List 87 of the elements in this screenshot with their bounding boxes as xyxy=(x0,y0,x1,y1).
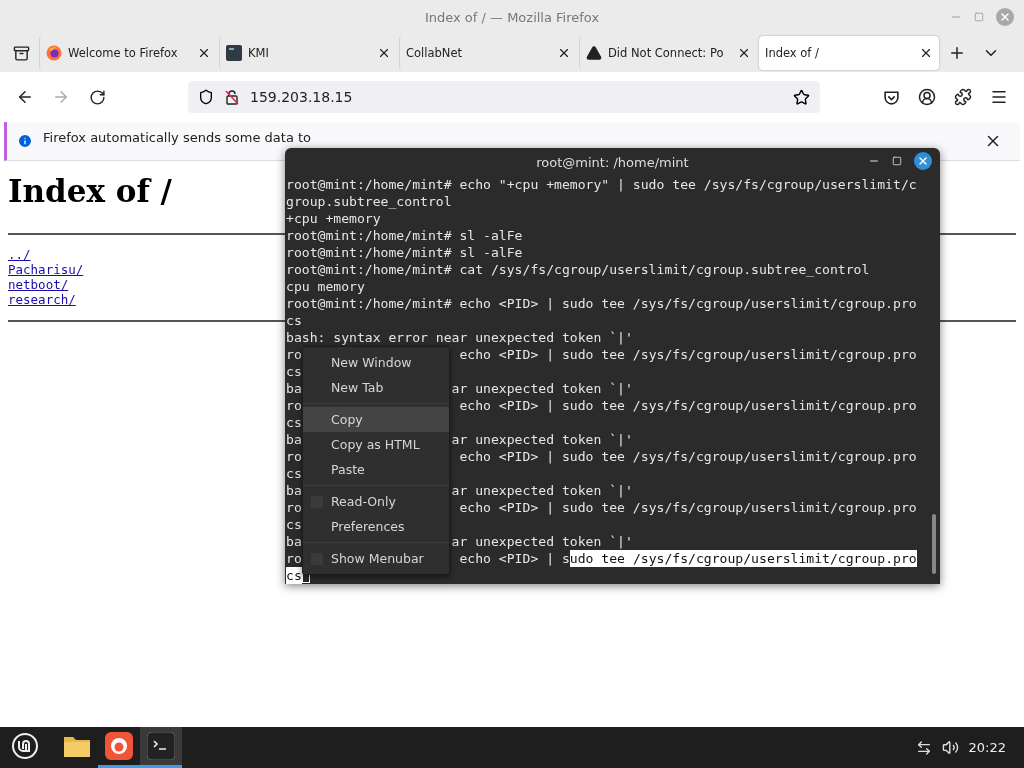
terminal-line: group.subtree_control xyxy=(286,193,452,210)
app-icon xyxy=(226,45,242,61)
insecure-lock-icon xyxy=(224,89,240,105)
tray-icon xyxy=(12,44,30,62)
menu-item[interactable]: Copy xyxy=(303,407,449,432)
terminal-text: ro xyxy=(286,397,302,414)
firefox-logo-icon xyxy=(46,45,62,61)
plus-icon xyxy=(948,44,966,62)
menu-item[interactable]: Copy as HTML xyxy=(303,432,449,457)
directory-link[interactable]: Pacharisu/ xyxy=(8,262,84,277)
page-heading: Index of / xyxy=(8,173,172,209)
terminal-text: echo <PID> | sudo tee /sys/fs/cgroup/userslimit/cgroup.pro xyxy=(459,346,917,363)
terminal-line: +cpu +memory xyxy=(286,210,381,227)
terminal-text: ba xyxy=(286,380,302,397)
terminal-line: root@mint:/home/mint# echo "+cpu +memory" | sudo tee /sys/fs/cgroup/userslimit/c xyxy=(286,176,917,193)
directory-link[interactable]: research/ xyxy=(8,292,76,307)
pocket-icon xyxy=(882,88,900,106)
mint-logo-icon xyxy=(11,732,39,760)
warning-icon xyxy=(586,45,602,61)
bookmark-star-icon[interactable] xyxy=(793,88,810,106)
terminal-text: ar unexpected token `|' xyxy=(451,482,633,499)
terminal-line: cs xyxy=(286,516,302,533)
terminal-line: root@mint:/home/mint# cat /sys/fs/cgroup/userslimit/cgroup.subtree_control xyxy=(286,261,870,278)
terminal-line: cs xyxy=(286,363,302,380)
directory-link[interactable]: ../ xyxy=(8,247,31,262)
menu-item[interactable]: Read-Only xyxy=(303,489,449,514)
address-field[interactable]: 159.203.18.15 xyxy=(188,81,820,113)
browser-tab[interactable]: Index of / xyxy=(759,36,939,70)
menu-item[interactable]: Preferences xyxy=(303,514,449,539)
close-icon xyxy=(917,155,929,167)
browser-tab[interactable]: Did Not Connect: Po xyxy=(579,36,757,70)
selected-text: cs xyxy=(286,567,302,584)
scrollbar-thumb[interactable] xyxy=(932,514,936,574)
close-icon[interactable] xyxy=(557,46,571,60)
terminal-line: cpu memory xyxy=(286,278,365,295)
terminal-text: ba xyxy=(286,533,302,550)
close-icon[interactable] xyxy=(737,46,751,60)
browser-tab[interactable]: KMI xyxy=(219,36,397,70)
terminal-icon xyxy=(147,732,175,760)
terminal-text: ar unexpected token `|' xyxy=(451,533,633,550)
terminal-text: ro xyxy=(286,346,302,363)
terminal-line: root@mint:/home/mint# echo <PID> | sudo tee /sys/fs/cgroup/userslimit/cgroup.pro xyxy=(286,295,917,312)
user-icon xyxy=(918,88,936,106)
reload-icon xyxy=(88,88,106,106)
terminal-text: echo <PID> | sudo tee /sys/fs/cgroup/userslimit/cgroup.pro xyxy=(459,397,917,414)
terminal-text: echo <PID> | sudo tee /sys/fs/cgroup/userslimit/cgroup.pro xyxy=(459,448,917,465)
terminal-line: cs xyxy=(286,414,302,431)
directory-link[interactable]: netboot/ xyxy=(8,277,69,292)
close-icon[interactable] xyxy=(197,46,211,60)
folder-icon xyxy=(63,734,91,758)
menu-item[interactable]: Show Menubar xyxy=(303,546,449,571)
terminal-text: ro xyxy=(286,550,302,567)
terminal-line: cs xyxy=(286,465,302,482)
terminal-text: echo <PID> | sudo tee /sys/fs/cgroup/userslimit/cgroup.pro xyxy=(459,499,917,516)
terminal-line: cs xyxy=(286,312,302,329)
terminal-line: root@mint:/home/mint# sl -alFe xyxy=(286,244,523,261)
close-icon[interactable] xyxy=(377,46,391,60)
terminal-line: root@mint:/home/mint# sl -alFe xyxy=(286,227,523,244)
clock: 20:22 xyxy=(968,740,1006,755)
browser-tab[interactable]: CollabNet xyxy=(399,36,577,70)
network-icon[interactable] xyxy=(915,739,932,756)
close-button[interactable] xyxy=(914,152,932,170)
terminal-text: ar unexpected token `|' xyxy=(451,431,633,448)
terminal-text: ba xyxy=(286,482,302,499)
terminal-text: ro xyxy=(286,499,302,516)
forward-arrow-icon xyxy=(52,88,70,106)
terminal-text: ro xyxy=(286,448,302,465)
menu-item[interactable]: Paste xyxy=(303,457,449,482)
close-icon[interactable] xyxy=(919,46,933,60)
firefox-icon xyxy=(105,732,133,760)
terminal-line: bash: syntax error near unexpected token `|' xyxy=(286,329,633,346)
window-title: Index of / — Mozilla Firefox xyxy=(424,9,600,25)
shield-icon xyxy=(198,89,214,105)
terminal-text: ar unexpected token `|' xyxy=(451,380,633,397)
puzzle-icon xyxy=(954,88,972,106)
close-icon xyxy=(999,11,1011,23)
info-icon xyxy=(17,133,33,149)
terminal-title: root@mint: /home/mint xyxy=(536,154,689,170)
browser-tab[interactable]: Welcome to Firefox xyxy=(39,36,217,70)
notification-text: Firefox automatically sends some data to xyxy=(43,129,312,145)
menu-icon xyxy=(990,88,1008,106)
terminal-text: ba xyxy=(286,431,302,448)
terminal-text: echo <PID> | s xyxy=(459,550,570,567)
selected-text: udo tee /sys/fs/cgroup/userslimit/cgroup.pro xyxy=(569,550,917,567)
menu-item[interactable]: New Tab xyxy=(303,375,449,400)
menu-item[interactable]: New Window xyxy=(303,350,449,375)
volume-icon[interactable] xyxy=(941,739,959,756)
